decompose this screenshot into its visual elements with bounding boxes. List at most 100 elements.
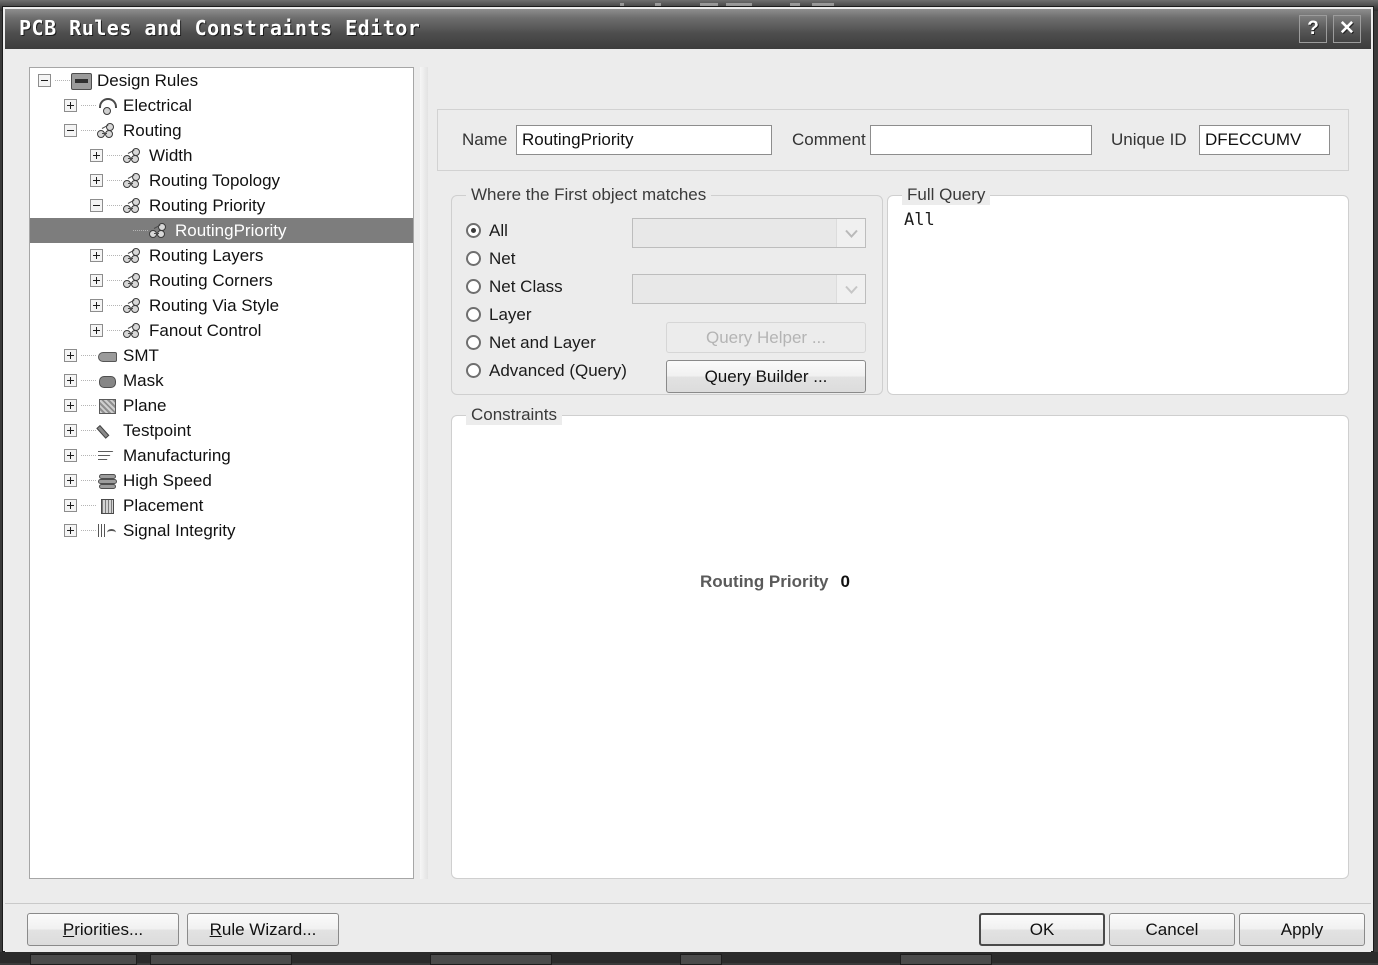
collapse-icon[interactable] xyxy=(64,124,77,137)
expand-icon[interactable] xyxy=(90,174,103,187)
expand-icon[interactable] xyxy=(90,249,103,262)
tree-connector-line xyxy=(107,330,123,331)
tree-item-testpoint[interactable]: Testpoint xyxy=(30,418,413,443)
tree-connector-line xyxy=(81,355,97,356)
name-input[interactable] xyxy=(516,125,772,155)
tree-item-label: Mask xyxy=(123,370,164,390)
tree-item-smt[interactable]: SMT xyxy=(30,343,413,368)
radio-advanced-query[interactable]: Advanced (Query) xyxy=(466,358,627,382)
tree-item-label: Routing xyxy=(123,120,182,140)
tree-connector-line xyxy=(107,205,123,206)
radio-net-and-layer[interactable]: Net and Layer xyxy=(466,330,596,354)
expand-icon[interactable] xyxy=(90,274,103,287)
tree-item-label: Testpoint xyxy=(123,420,192,440)
scope-group-title: Where the First object matches xyxy=(466,185,712,205)
tree-item-manufacturing[interactable]: Manufacturing xyxy=(30,443,413,468)
tree-item-signal-integrity[interactable]: Signal Integrity xyxy=(30,518,413,543)
priorities-accel: P xyxy=(62,919,75,939)
collapse-icon[interactable] xyxy=(38,74,51,87)
net-class-combo[interactable] xyxy=(632,274,866,304)
placement-icon xyxy=(97,497,118,514)
expand-icon[interactable] xyxy=(90,324,103,337)
collapse-icon[interactable] xyxy=(90,199,103,212)
radio-label-advanced-query: Advanced (Query) xyxy=(489,360,627,380)
name-label: Name xyxy=(462,130,508,149)
routing-net-icon xyxy=(123,297,144,314)
routing-net-icon xyxy=(149,222,170,239)
design-rules-folder-icon xyxy=(71,72,92,90)
tree-item-routingpriority[interactable]: RoutingPriority xyxy=(30,218,413,243)
expand-icon[interactable] xyxy=(64,349,77,362)
full-query-text[interactable]: All xyxy=(904,210,935,230)
comment-input[interactable] xyxy=(870,125,1092,155)
tree-connector-line xyxy=(133,230,149,231)
panel-splitter[interactable] xyxy=(420,67,428,879)
tree-item-routing[interactable]: Routing xyxy=(30,118,413,143)
radio-layer[interactable]: Layer xyxy=(466,302,532,326)
query-helper-button: Query Helper ... xyxy=(666,322,866,353)
expand-icon[interactable] xyxy=(64,399,77,412)
priorities-button[interactable]: Priorities... xyxy=(27,913,179,946)
chevron-down-icon xyxy=(836,219,865,247)
tree-item-fanout-control[interactable]: Fanout Control xyxy=(30,318,413,343)
tree-item-label: High Speed xyxy=(123,470,212,490)
expand-icon[interactable] xyxy=(90,149,103,162)
rule-header-box: Name Comment Unique ID xyxy=(437,109,1349,171)
tree-item-design-rules[interactable]: Design Rules xyxy=(30,68,413,93)
expand-icon[interactable] xyxy=(64,424,77,437)
tree-item-placement[interactable]: Placement xyxy=(30,493,413,518)
routing-net-icon xyxy=(123,172,144,189)
tree-connector-line xyxy=(107,180,123,181)
close-icon[interactable]: ✕ xyxy=(1333,15,1361,43)
tree-item-label: Routing Layers xyxy=(149,245,264,265)
title-bar[interactable]: PCB Rules and Constraints Editor ? ✕ xyxy=(5,9,1371,49)
expand-icon[interactable] xyxy=(90,299,103,312)
expand-icon[interactable] xyxy=(64,474,77,487)
mask-icon xyxy=(97,372,118,389)
tree-item-plane[interactable]: Plane xyxy=(30,393,413,418)
constraints-group: Constraints Routing Priority 0 xyxy=(451,405,1349,879)
tree-item-routing-priority[interactable]: Routing Priority xyxy=(30,193,413,218)
query-builder-button[interactable]: Query Builder ... xyxy=(666,360,866,393)
tree-item-width[interactable]: Width xyxy=(30,143,413,168)
tree-item-routing-topology[interactable]: Routing Topology xyxy=(30,168,413,193)
expand-icon[interactable] xyxy=(64,99,77,112)
tree-item-high-speed[interactable]: High Speed xyxy=(30,468,413,493)
routing-priority-value[interactable]: 0 xyxy=(840,572,849,592)
tree-connector-line xyxy=(81,380,97,381)
tree-connector-line xyxy=(81,480,97,481)
unique-id-input[interactable] xyxy=(1199,125,1330,155)
radio-net[interactable]: Net xyxy=(466,246,515,270)
help-icon[interactable]: ? xyxy=(1299,15,1327,43)
expand-icon[interactable] xyxy=(64,524,77,537)
tree-item-electrical[interactable]: Electrical xyxy=(30,93,413,118)
tree-connector-line xyxy=(107,280,123,281)
tree-item-label: Routing Via Style xyxy=(149,295,280,315)
net-combo[interactable] xyxy=(632,218,866,248)
routing-net-icon xyxy=(123,197,144,214)
routing-net-icon xyxy=(123,272,144,289)
design-rules-tree[interactable]: Design Rules Electrical Routing Width Routin… xyxy=(29,67,414,879)
apply-button[interactable]: Apply xyxy=(1239,913,1365,946)
chevron-down-icon xyxy=(836,275,865,303)
radio-all[interactable]: All xyxy=(466,218,508,242)
tree-item-mask[interactable]: Mask xyxy=(30,368,413,393)
expand-icon[interactable] xyxy=(64,374,77,387)
routing-priority-label: Routing Priority xyxy=(700,572,829,591)
tree-item-label: Width xyxy=(149,145,193,165)
expand-icon[interactable] xyxy=(64,499,77,512)
radio-net-class[interactable]: Net Class xyxy=(466,274,563,298)
tree-item-routing-via-style[interactable]: Routing Via Style xyxy=(30,293,413,318)
tree-item-label: Fanout Control xyxy=(149,320,262,340)
radio-indicator-net-class xyxy=(466,278,481,294)
ok-button[interactable]: OK xyxy=(979,913,1105,946)
tree-item-routing-corners[interactable]: Routing Corners xyxy=(30,268,413,293)
tree-item-label: SMT xyxy=(123,345,159,365)
cancel-button[interactable]: Cancel xyxy=(1109,913,1235,946)
expand-icon[interactable] xyxy=(64,449,77,462)
radio-label-all: All xyxy=(489,220,508,240)
rule-wizard-button[interactable]: Rule Wizard... xyxy=(187,913,339,946)
tree-item-label: Routing Priority xyxy=(149,195,266,215)
tree-item-routing-layers[interactable]: Routing Layers xyxy=(30,243,413,268)
